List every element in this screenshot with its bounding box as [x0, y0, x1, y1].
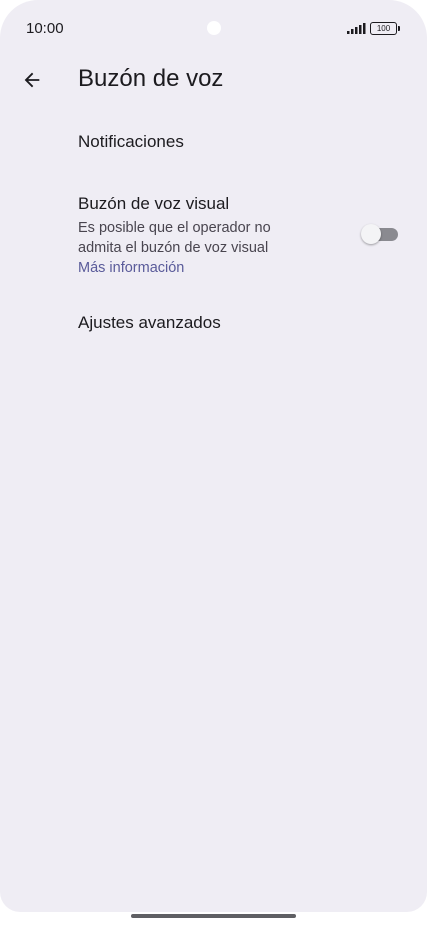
learn-more-link[interactable]: Más información [78, 258, 408, 278]
battery-level: 100 [370, 22, 397, 35]
back-button[interactable] [14, 62, 50, 98]
navigation-gesture-handle[interactable] [131, 914, 296, 918]
device-frame: 10:00 100 Buzón de voz Notificaciones Bu… [0, 0, 427, 926]
page-title: Buzón de voz [78, 65, 224, 92]
signal-bars-icon [347, 23, 366, 34]
notifications-title: Notificaciones [78, 132, 184, 151]
notifications-item[interactable]: Notificaciones [78, 132, 408, 152]
visual-voicemail-summary: Es posible que el operador no admita el … [78, 220, 271, 256]
arrow-back-icon [24, 72, 40, 88]
visual-voicemail-title: Buzón de voz visual [78, 194, 230, 213]
visual-voicemail-item[interactable]: Buzón de voz visual Es posible que el op… [78, 194, 408, 278]
battery-tip [398, 26, 400, 31]
front-camera-cutout [207, 21, 221, 35]
advanced-settings-item[interactable]: Ajustes avanzados [78, 313, 408, 333]
screen: 10:00 100 Buzón de voz Notificaciones Bu… [0, 0, 427, 912]
status-time: 10:00 [26, 20, 64, 37]
toggle-thumb [361, 224, 381, 244]
advanced-settings-title: Ajustes avanzados [78, 313, 221, 332]
app-bar: Buzón de voz [0, 58, 427, 102]
battery-icon: 100 [370, 22, 400, 35]
status-bar: 10:00 100 [0, 0, 427, 58]
visual-voicemail-toggle[interactable] [361, 223, 399, 245]
